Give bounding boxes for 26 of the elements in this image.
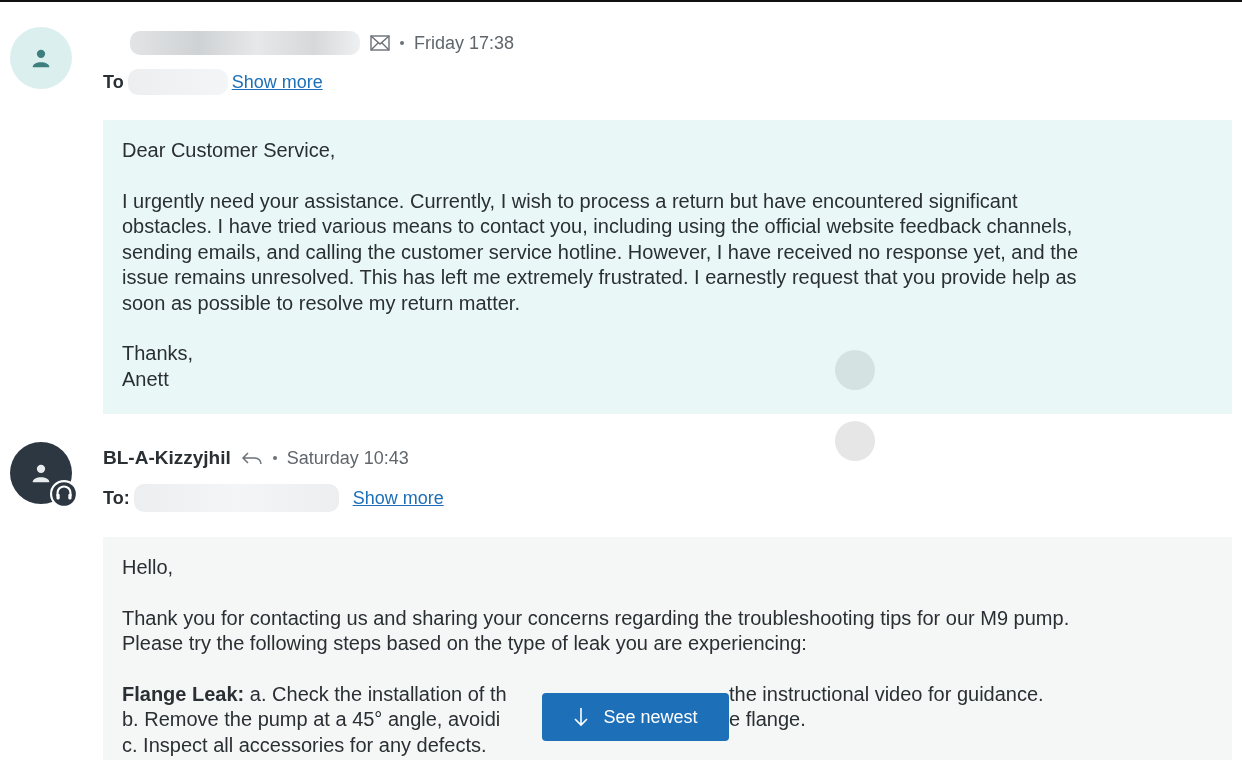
body-text: the instructional video for guidance. xyxy=(729,681,1044,707)
person-icon xyxy=(31,462,51,484)
person-icon xyxy=(31,47,51,69)
body-text: Flange Leak: a. Check the installation of th xyxy=(122,681,507,707)
show-more-link[interactable]: Show more xyxy=(352,487,444,509)
timestamp: Friday 17:38 xyxy=(414,32,515,54)
sender-name: BL-A-Kizzyjhil xyxy=(103,447,231,469)
body-text: Thanks, Anett xyxy=(122,341,194,392)
timestamp: Saturday 10:43 xyxy=(286,447,409,469)
body-text: e flange. xyxy=(729,707,807,732)
envelope-icon xyxy=(370,35,390,51)
to-label: To xyxy=(103,71,124,93)
body-text: b. Remove the pump at a 45° angle, avoidi xyxy=(122,707,501,732)
see-newest-button[interactable]: See newest xyxy=(542,693,729,741)
separator-dot xyxy=(272,456,277,460)
body-text: Hello, xyxy=(122,555,174,580)
loading-dot xyxy=(835,421,875,461)
body-text: Dear Customer Service, xyxy=(122,138,336,163)
body-text: Thank you for contacting us and sharing your concerns regarding the troubleshooting tips for our M9 pump. Please try the following steps based on the type of leak you are experiencing: xyxy=(122,605,1070,656)
to-label: To: xyxy=(103,487,130,509)
body-text: c. Inspect all accessories for any defects. xyxy=(122,732,487,758)
show-more-link[interactable]: Show more xyxy=(231,71,323,93)
down-arrow-icon xyxy=(573,707,590,727)
separator-dot xyxy=(400,41,404,45)
reply-icon xyxy=(240,450,263,466)
body-text: I urgently need your assistance. Currently, I wish to process a return but have encountered significant obstacles. I have tried various means to contact you, including using the official website feedback channels, sending emails, and calling the customer service hotline. However, I have received no response yet, and the issue remains unresolved. This has left me extremely frustrated. I earnestly request that you provide help as soon as possible to resolve my return matter. xyxy=(122,188,1079,316)
